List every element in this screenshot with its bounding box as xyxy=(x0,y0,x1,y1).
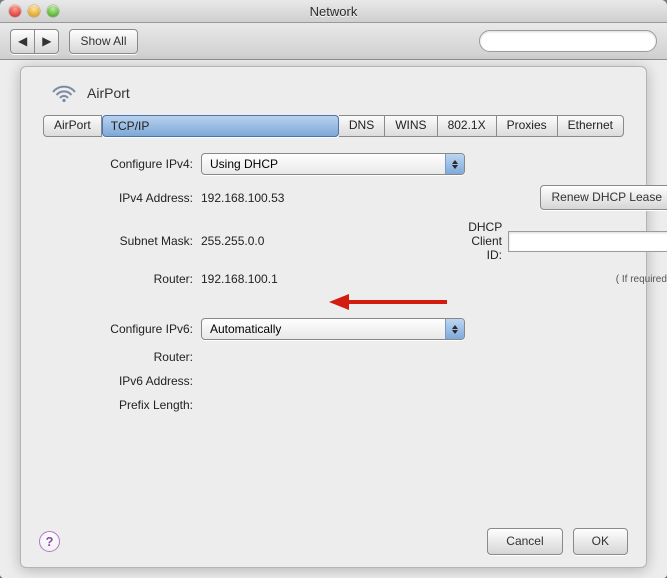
dhcp-client-id-hint: ( If required ) xyxy=(616,274,667,285)
help-icon: ? xyxy=(46,534,54,549)
renew-dhcp-lease-button[interactable]: Renew DHCP Lease xyxy=(540,185,667,210)
wifi-icon xyxy=(51,83,77,103)
service-header: AirPort xyxy=(51,83,624,103)
chevron-right-icon: ▶ xyxy=(42,34,51,48)
tab-dns[interactable]: DNS xyxy=(339,115,385,137)
help-button[interactable]: ? xyxy=(39,531,60,552)
ok-label: OK xyxy=(592,534,609,548)
select-arrows-icon xyxy=(445,319,464,339)
tab-wins[interactable]: WINS xyxy=(385,115,437,137)
window-title: Network xyxy=(0,4,667,19)
tab-ethernet[interactable]: Ethernet xyxy=(558,115,624,137)
service-name: AirPort xyxy=(87,85,130,101)
search-input[interactable] xyxy=(492,33,651,49)
ipv4-address-label: IPv4 Address: xyxy=(53,191,193,205)
cancel-button[interactable]: Cancel xyxy=(487,528,562,555)
history-nav: ◀ ▶ xyxy=(10,29,59,54)
chevron-left-icon: ◀ xyxy=(18,34,27,48)
configure-ipv6-value: Automatically xyxy=(210,322,281,336)
select-arrows-icon xyxy=(445,154,464,174)
minimize-window-button[interactable] xyxy=(28,5,40,17)
renew-dhcp-lease-label: Renew DHCP Lease xyxy=(551,190,662,204)
router-label: Router: xyxy=(53,272,193,286)
ipv4-address-value: 192.168.100.53 xyxy=(201,191,465,205)
search-field-wrapper[interactable] xyxy=(479,30,657,52)
configure-ipv4-select[interactable]: Using DHCP xyxy=(201,153,465,175)
router-value: 192.168.100.1 xyxy=(201,272,465,286)
toolbar: ◀ ▶ Show All xyxy=(0,23,667,60)
configure-ipv4-value: Using DHCP xyxy=(210,157,278,171)
zoom-window-button[interactable] xyxy=(47,5,59,17)
subnet-mask-value: 255.255.0.0 xyxy=(201,234,465,248)
tab-airport[interactable]: AirPort xyxy=(43,115,102,137)
titlebar: Network xyxy=(0,0,667,23)
tab-8021x[interactable]: 802.1X xyxy=(438,115,497,137)
forward-button[interactable]: ▶ xyxy=(34,29,59,54)
ipv6-router-label: Router: xyxy=(53,350,193,364)
cancel-label: Cancel xyxy=(506,534,543,548)
show-all-button[interactable]: Show All xyxy=(69,29,137,54)
configure-ipv6-select[interactable]: Automatically xyxy=(201,318,465,340)
window-body: AirPort AirPortTCP/IPDNSWINS802.1XProxie… xyxy=(0,60,667,578)
back-button[interactable]: ◀ xyxy=(10,29,34,54)
advanced-sheet: AirPort AirPortTCP/IPDNSWINS802.1XProxie… xyxy=(20,66,647,568)
ipv6-address-label: IPv6 Address: xyxy=(53,374,193,388)
sheet-footer: ? Cancel OK xyxy=(21,516,646,567)
dhcp-client-id-label: DHCP Client ID: xyxy=(468,220,502,262)
ipv6-prefix-label: Prefix Length: xyxy=(53,398,193,412)
subnet-mask-label: Subnet Mask: xyxy=(53,234,193,248)
tcpip-form: Configure IPv4: Using DHCP IPv4 Address:… xyxy=(53,153,614,412)
configure-ipv4-label: Configure IPv4: xyxy=(53,157,193,171)
tab-tcpip[interactable]: TCP/IP xyxy=(102,115,339,137)
configure-ipv6-label: Configure IPv6: xyxy=(53,322,193,336)
dhcp-client-id-input[interactable] xyxy=(508,231,667,252)
tab-bar: AirPortTCP/IPDNSWINS802.1XProxiesEtherne… xyxy=(43,115,624,137)
window-traffic-lights xyxy=(9,5,59,17)
close-window-button[interactable] xyxy=(9,5,21,17)
ok-button[interactable]: OK xyxy=(573,528,628,555)
show-all-label: Show All xyxy=(80,34,126,48)
tab-proxies[interactable]: Proxies xyxy=(497,115,558,137)
network-prefs-window: Network ◀ ▶ Show All xyxy=(0,0,667,578)
